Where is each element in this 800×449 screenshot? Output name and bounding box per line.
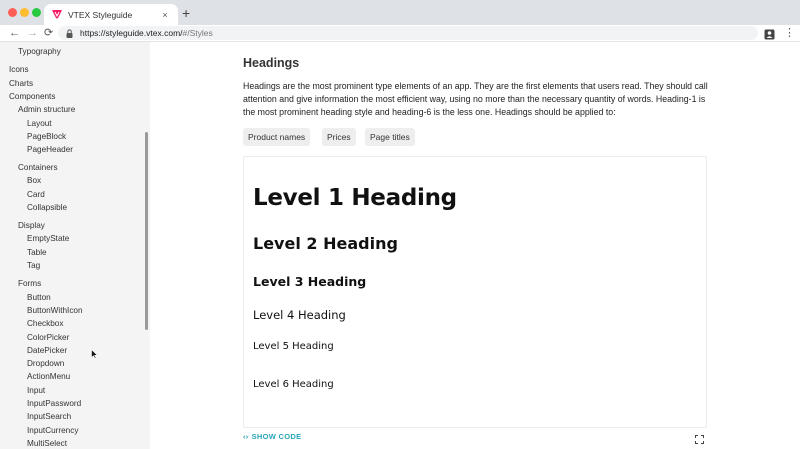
sidebar-item-inputcurrency[interactable]: InputCurrency	[27, 425, 78, 436]
sidebar-item-layout[interactable]: Layout	[27, 118, 52, 129]
level-3-heading: Level 3 Heading	[253, 274, 367, 289]
tab-close-icon[interactable]: ×	[160, 10, 170, 20]
sidebar-nav: Typography Icons Charts Components Admin…	[0, 42, 150, 449]
window-close-button[interactable]	[8, 8, 17, 17]
sidebar-item-checkbox[interactable]: Checkbox	[27, 318, 63, 329]
sidebar-group-containers[interactable]: Containers	[18, 162, 58, 173]
main-content: Headings Headings are the most prominent…	[150, 42, 800, 449]
heading-preview-box: Level 1 Heading Level 2 Heading Level 3 …	[243, 156, 707, 428]
chip-product-names: Product names	[243, 128, 311, 146]
window-zoom-button[interactable]	[32, 8, 41, 17]
fullscreen-icon[interactable]	[695, 431, 704, 444]
browser-tab-active[interactable]: VTEX Styleguide ×	[44, 4, 178, 25]
sidebar-group-admin-structure[interactable]: Admin structure	[18, 104, 75, 115]
level-6-heading: Level 6 Heading	[253, 379, 334, 390]
show-code-label: SHOW CODE	[251, 432, 302, 441]
sidebar-group-display[interactable]: Display	[18, 220, 45, 231]
sidebar-item-inputpassword[interactable]: InputPassword	[27, 398, 81, 409]
new-tab-icon[interactable]: +	[182, 6, 190, 20]
sidebar-item-box[interactable]: Box	[27, 175, 41, 186]
forward-arrow-icon[interactable]: →	[27, 26, 38, 40]
show-code-button[interactable]: ‹› SHOW CODE	[243, 432, 301, 441]
sidebar-item-charts[interactable]: Charts	[9, 78, 33, 89]
sidebar-item-table[interactable]: Table	[27, 247, 47, 258]
sidebar-item-icons[interactable]: Icons	[9, 64, 29, 75]
sidebar-item-components[interactable]: Components	[9, 91, 55, 102]
url-path: #/Styles	[182, 28, 213, 38]
sidebar-item-emptystate[interactable]: EmptyState	[27, 233, 69, 244]
url-host: https://styleguide.vtex.com/	[80, 28, 183, 38]
chip-prices: Prices	[322, 128, 356, 146]
vtex-logo-icon	[52, 10, 62, 20]
sidebar-item-inputsearch[interactable]: InputSearch	[27, 411, 71, 422]
sidebar-item-dropdown[interactable]: Dropdown	[27, 358, 64, 369]
page-title: Headings	[243, 56, 300, 70]
sidebar-scrollbar[interactable]	[145, 132, 148, 330]
url-text: https://styleguide.vtex.com/#/Styles	[80, 28, 213, 38]
window-minimize-button[interactable]	[20, 8, 29, 17]
level-2-heading: Level 2 Heading	[253, 234, 398, 253]
sidebar-item-typography[interactable]: Typography	[18, 46, 61, 57]
chip-page-titles: Page titles	[365, 128, 415, 146]
sidebar-item-colorpicker[interactable]: ColorPicker	[27, 332, 69, 343]
address-bar[interactable]: https://styleguide.vtex.com/#/Styles	[58, 26, 758, 40]
sidebar-group-forms[interactable]: Forms	[18, 278, 41, 289]
sidebar-item-datepicker[interactable]: DatePicker	[27, 345, 67, 356]
level-4-heading: Level 4 Heading	[253, 308, 346, 322]
sidebar-item-button[interactable]: Button	[27, 292, 51, 303]
profile-icon[interactable]	[764, 27, 775, 40]
tab-title: VTEX Styleguide	[68, 9, 133, 20]
reload-icon[interactable]: ⟳	[44, 26, 53, 40]
browser-menu-icon[interactable]: ⋮	[784, 26, 795, 40]
sidebar-item-input[interactable]: Input	[27, 385, 45, 396]
lock-icon	[66, 28, 74, 38]
sidebar-item-buttonwithicon[interactable]: ButtonWithIcon	[27, 305, 83, 316]
level-1-heading: Level 1 Heading	[253, 185, 457, 211]
sidebar-item-card[interactable]: Card	[27, 189, 45, 200]
mouse-cursor-icon	[91, 346, 99, 359]
browser-tab-strip: VTEX Styleguide × +	[0, 0, 800, 25]
browser-toolbar: ← → ⟳ https://styleguide.vtex.com/#/Styl…	[0, 25, 800, 42]
headings-description: Headings are the most prominent type ele…	[243, 81, 708, 117]
sidebar-item-tag[interactable]: Tag	[27, 260, 40, 271]
sidebar-item-collapsible[interactable]: Collapsible	[27, 202, 67, 213]
code-icon: ‹›	[243, 432, 249, 441]
sidebar-item-multiselect[interactable]: MultiSelect	[27, 438, 67, 449]
sidebar-item-actionmenu[interactable]: ActionMenu	[27, 371, 70, 382]
sidebar-item-pageblock[interactable]: PageBlock	[27, 131, 66, 142]
back-arrow-icon[interactable]: ←	[9, 26, 20, 40]
level-5-heading: Level 5 Heading	[253, 341, 334, 352]
sidebar-item-pageheader[interactable]: PageHeader	[27, 144, 73, 155]
